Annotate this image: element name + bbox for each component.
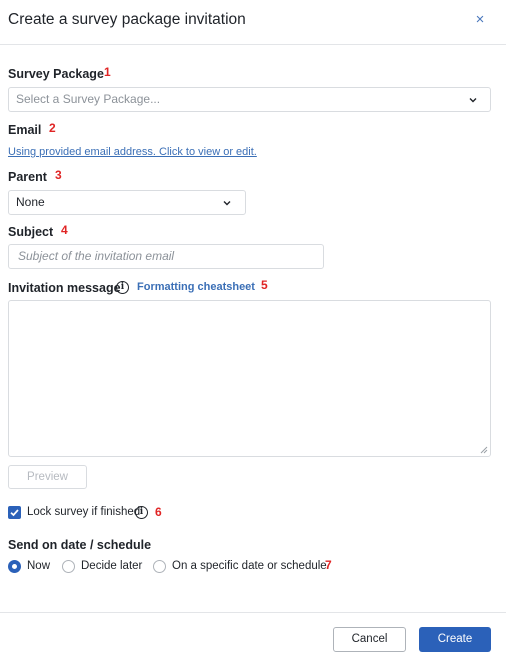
- chevron-down-icon: [469, 98, 477, 103]
- dialog-title: Create a survey package invitation: [8, 11, 246, 28]
- parent-value: None: [16, 195, 45, 209]
- formatting-cheatsheet-link[interactable]: Formatting cheatsheet: [137, 281, 255, 293]
- info-icon[interactable]: i: [135, 506, 148, 519]
- radio-now[interactable]: [8, 560, 21, 573]
- subject-input[interactable]: Subject of the invitation email: [8, 244, 324, 269]
- dialog-header: Create a survey package invitation ×: [0, 0, 506, 45]
- info-icon[interactable]: i: [116, 281, 129, 294]
- survey-package-label: Survey Package: [8, 67, 104, 81]
- lock-survey-label[interactable]: Lock survey if finished: [27, 506, 140, 518]
- parent-select[interactable]: None: [8, 190, 246, 215]
- cancel-button[interactable]: Cancel: [333, 627, 406, 652]
- close-icon[interactable]: ×: [472, 11, 488, 29]
- annotation-number-7: 7: [325, 558, 332, 572]
- invitation-message-label: Invitation message: [8, 281, 121, 295]
- annotation-number-2: 2: [49, 121, 56, 135]
- resize-grip-icon[interactable]: [480, 446, 488, 454]
- email-label: Email: [8, 123, 42, 137]
- radio-now-label[interactable]: Now: [27, 560, 50, 572]
- email-edit-link[interactable]: Using provided email address. Click to v…: [8, 146, 257, 158]
- survey-package-select[interactable]: Select a Survey Package...: [8, 87, 491, 112]
- survey-package-placeholder: Select a Survey Package...: [16, 92, 161, 106]
- radio-decide-later[interactable]: [62, 560, 75, 573]
- schedule-label: Send on date / schedule: [8, 538, 152, 552]
- radio-specific-date[interactable]: [153, 560, 166, 573]
- annotation-number-5: 5: [261, 278, 268, 292]
- create-button[interactable]: Create: [419, 627, 491, 652]
- parent-label: Parent: [8, 170, 47, 184]
- lock-survey-checkbox[interactable]: [8, 506, 21, 519]
- radio-specific-date-label[interactable]: On a specific date or schedule: [172, 560, 327, 572]
- annotation-number-1: 1: [104, 65, 111, 79]
- dialog-footer: [0, 612, 506, 613]
- annotation-number-4: 4: [61, 223, 68, 237]
- radio-decide-later-label[interactable]: Decide later: [81, 560, 142, 572]
- chevron-down-icon: [223, 201, 231, 206]
- annotation-number-6: 6: [155, 505, 162, 519]
- annotation-number-3: 3: [55, 168, 62, 182]
- invitation-message-textarea[interactable]: [8, 300, 491, 457]
- subject-label: Subject: [8, 225, 54, 239]
- checkmark-icon: [10, 509, 19, 517]
- preview-button[interactable]: Preview: [8, 465, 87, 489]
